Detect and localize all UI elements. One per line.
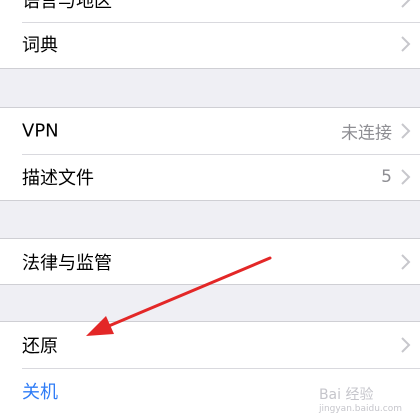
watermark-subtext: jingyan.baidu.com [318,404,402,414]
row-vpn[interactable]: VPN 未连接 [0,108,420,154]
row-dictionary[interactable]: 词典 [0,22,420,66]
row-profiles[interactable]: 描述文件 5 [0,154,420,200]
settings-group-legal: 法律与监管 [0,239,420,284]
row-label: 描述文件 [22,168,94,189]
chevron-right-icon [401,169,411,185]
row-legal-regulatory[interactable]: 法律与监管 [0,239,420,284]
row-reset[interactable]: 还原 [0,322,420,368]
chevron-right-icon [401,0,411,8]
chevron-right-icon [401,253,411,270]
row-value: 未连接 [341,123,392,144]
chevron-right-icon [401,337,411,353]
shutdown-link[interactable]: 关机 [22,378,58,404]
row-label: 法律与监管 [22,252,112,274]
row-label: 词典 [22,35,58,56]
chevron-right-icon [401,123,411,139]
row-label: 还原 [22,336,58,357]
row-label: VPN [22,120,59,142]
group-border [0,68,420,69]
group-border [0,200,420,201]
chevron-right-icon [401,36,411,52]
row-value: 5 [381,167,392,187]
watermark: Bai 经验 jingyan.baidu.com [319,384,402,414]
group-border [0,284,420,285]
settings-group-language: 语言与地区 词典 [0,0,420,68]
row-language-region[interactable]: 语言与地区 [0,0,420,22]
settings-group-network: VPN 未连接 描述文件 5 [0,108,420,200]
watermark-text: Bai 经验 [318,387,374,403]
row-label: 语言与地区 [22,0,112,12]
